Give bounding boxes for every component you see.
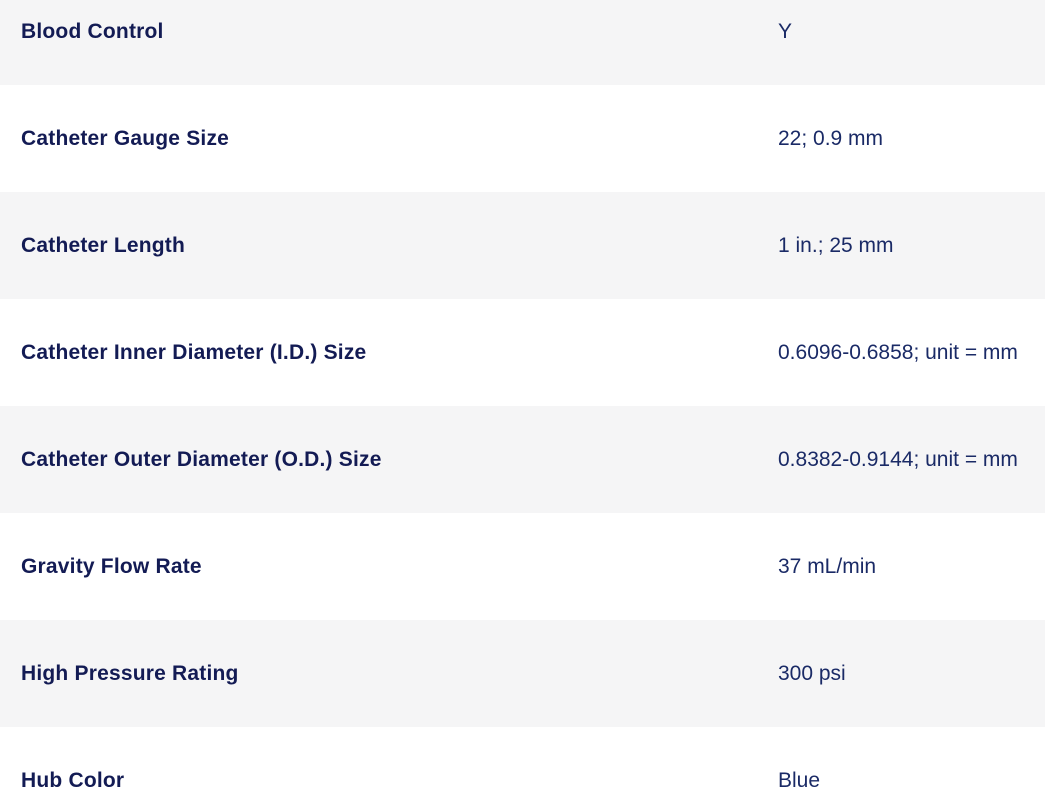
spec-value: 300 psi: [778, 662, 1045, 686]
spec-label: High Pressure Rating: [21, 662, 778, 686]
table-row: Catheter Inner Diameter (I.D.) Size 0.60…: [0, 299, 1045, 406]
table-row: High Pressure Rating 300 psi: [0, 620, 1045, 727]
spec-value: 22; 0.9 mm: [778, 127, 1045, 151]
spec-value: 0.6096-0.6858; unit = mm: [778, 341, 1045, 365]
table-row: Catheter Length 1 in.; 25 mm: [0, 192, 1045, 299]
table-row: Catheter Outer Diameter (O.D.) Size 0.83…: [0, 406, 1045, 513]
table-row: Hub Color Blue: [0, 727, 1045, 794]
table-row: Catheter Gauge Size 22; 0.9 mm: [0, 85, 1045, 192]
specifications-table: Blood Control Y Catheter Gauge Size 22; …: [0, 0, 1045, 794]
spec-label: Catheter Gauge Size: [21, 127, 778, 151]
table-row: Gravity Flow Rate 37 mL/min: [0, 513, 1045, 620]
spec-value: 1 in.; 25 mm: [778, 234, 1045, 258]
spec-value: Blue: [778, 769, 1045, 793]
spec-label: Catheter Length: [21, 234, 778, 258]
spec-label: Catheter Inner Diameter (I.D.) Size: [21, 341, 778, 365]
spec-value: 37 mL/min: [778, 555, 1045, 579]
spec-label: Catheter Outer Diameter (O.D.) Size: [21, 448, 778, 472]
spec-label: Hub Color: [21, 769, 778, 793]
spec-value: Y: [778, 20, 1045, 44]
spec-label: Gravity Flow Rate: [21, 555, 778, 579]
table-row: Blood Control Y: [0, 0, 1045, 85]
spec-label: Blood Control: [21, 20, 778, 44]
spec-value: 0.8382-0.9144; unit = mm: [778, 448, 1045, 472]
